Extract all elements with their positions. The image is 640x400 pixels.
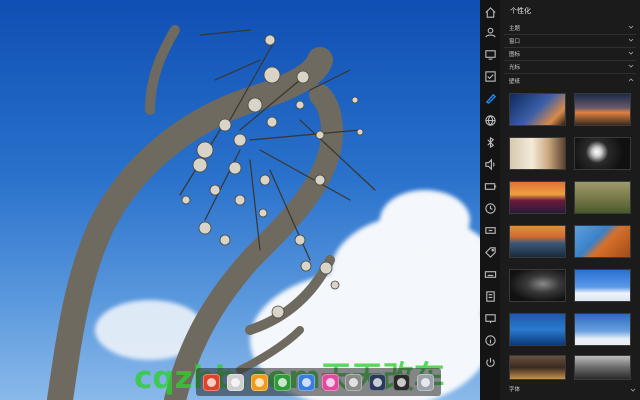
desktop-wallpaper: cqzhb.com天天改车	[0, 0, 480, 400]
chevron-down-icon	[628, 25, 634, 29]
video-icon[interactable]	[321, 373, 339, 391]
chevron-down-icon	[628, 38, 634, 42]
wallpaper-thumb-7[interactable]	[509, 225, 566, 258]
bluetooth-icon[interactable]	[483, 135, 497, 149]
display-icon[interactable]	[483, 47, 497, 61]
section-label: 光标	[509, 64, 521, 71]
account-icon[interactable]	[483, 25, 497, 39]
chevron-up-icon	[628, 78, 634, 82]
tree-silhouette	[47, 25, 376, 400]
wallpaper-thumb-1[interactable]	[509, 93, 566, 126]
section-label: 图标	[509, 51, 521, 58]
shutdown-icon[interactable]	[483, 355, 497, 369]
launcher-icon[interactable]	[203, 373, 221, 391]
wallpaper-thumb-4[interactable]	[574, 137, 631, 170]
section-icons[interactable]: 图标	[504, 48, 636, 59]
personalization-content: 个性化 主题 窗口 图标 光标 壁纸 字体	[500, 0, 640, 400]
time-icon[interactable]	[483, 201, 497, 215]
chevron-down-icon	[630, 388, 636, 392]
wallpaper-thumb-3[interactable]	[509, 137, 566, 170]
page-title: 个性化	[510, 7, 531, 15]
dock	[196, 368, 441, 396]
control-center-panel: 个性化 主题 窗口 图标 光标 壁纸 字体	[480, 0, 640, 400]
wallpaper-thumb-6[interactable]	[574, 181, 631, 214]
settings-icon-rail	[480, 0, 500, 400]
wallpaper-thumb-12[interactable]	[574, 313, 631, 346]
wallpaper-thumb-13[interactable]	[509, 355, 566, 380]
tag-icon[interactable]	[483, 245, 497, 259]
app-store-icon[interactable]	[369, 373, 387, 391]
settings-icon[interactable]	[345, 373, 363, 391]
power-icon[interactable]	[483, 289, 497, 303]
wallpaper-thumb-10[interactable]	[574, 269, 631, 302]
divider	[504, 73, 636, 74]
section-label: 壁纸	[509, 78, 521, 85]
personalization-icon[interactable]	[483, 91, 497, 105]
battery-icon[interactable]	[483, 179, 497, 193]
wallpaper-thumb-2[interactable]	[574, 93, 631, 126]
sound-icon[interactable]	[483, 157, 497, 171]
shortcut-icon[interactable]	[483, 223, 497, 237]
chevron-down-icon	[628, 64, 634, 68]
chevron-down-icon	[628, 51, 634, 55]
trash-icon[interactable]	[416, 373, 434, 391]
music-icon[interactable]	[274, 373, 292, 391]
wallpaper-thumb-9[interactable]	[509, 269, 566, 302]
info-icon[interactable]	[483, 333, 497, 347]
network-icon[interactable]	[483, 113, 497, 127]
section-wallpaper[interactable]: 壁纸	[504, 75, 636, 86]
browser-icon[interactable]	[250, 373, 268, 391]
checkbox-icon[interactable]	[483, 69, 497, 83]
wallpaper-thumb-14[interactable]	[574, 355, 631, 380]
monitor-icon[interactable]	[483, 311, 497, 325]
font-section-bar[interactable]	[500, 380, 640, 400]
section-label: 主题	[509, 25, 521, 32]
wallpaper-thumb-11[interactable]	[509, 313, 566, 346]
section-font-label: 字体	[509, 387, 521, 393]
section-label: 窗口	[509, 38, 521, 45]
chrome-icon[interactable]	[298, 373, 316, 391]
keyboard-icon[interactable]	[483, 267, 497, 281]
section-window[interactable]: 窗口	[504, 35, 636, 46]
file-manager-icon[interactable]	[227, 373, 245, 391]
wallpaper-thumb-5[interactable]	[509, 181, 566, 214]
home-icon[interactable]	[483, 5, 497, 19]
wallpaper-thumb-8[interactable]	[574, 225, 631, 258]
section-theme[interactable]: 主题	[504, 22, 636, 33]
section-cursor[interactable]: 光标	[504, 61, 636, 72]
terminal-icon[interactable]	[392, 373, 410, 391]
